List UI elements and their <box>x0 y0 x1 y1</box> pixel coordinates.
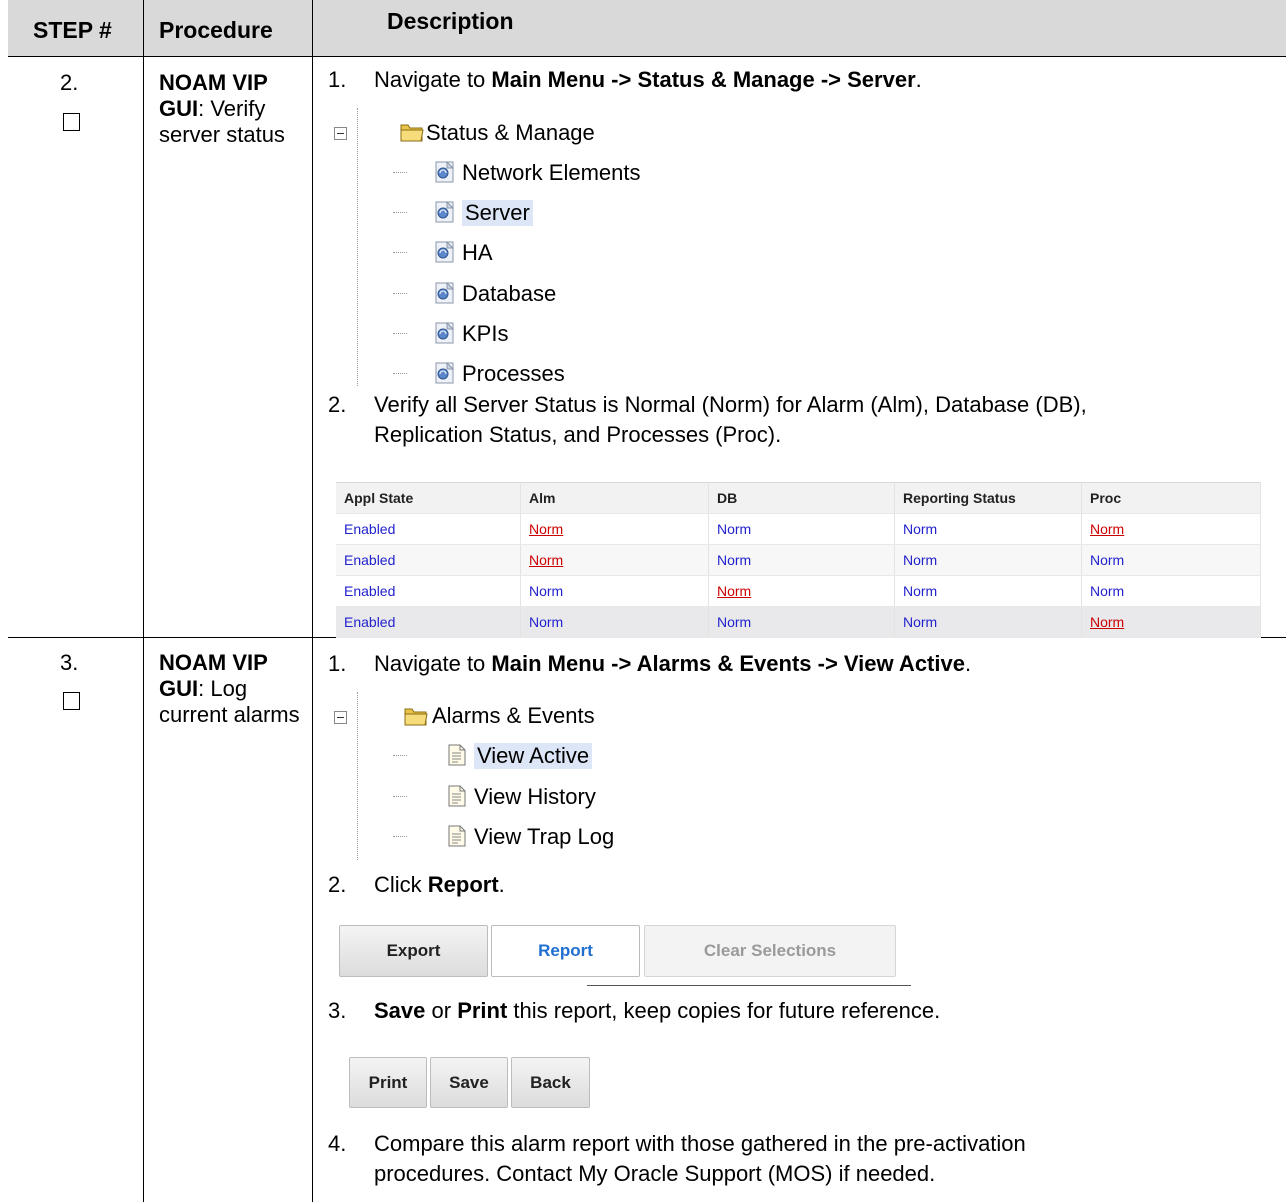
print-button[interactable]: Print <box>349 1057 427 1108</box>
db-cell[interactable]: Norm <box>708 513 895 545</box>
folder-icon <box>400 121 424 143</box>
header-step: STEP # <box>33 17 112 43</box>
instruction-verify-line1: Verify all Server Status is Normal (Norm… <box>374 392 1087 417</box>
instruction-navigate: Navigate to Main Menu -> Status & Manage… <box>374 67 922 92</box>
header-procedure: Procedure <box>159 17 273 43</box>
item-number: 4. <box>328 1131 347 1156</box>
instruction-compare-line2: procedures. Contact My Oracle Support (M… <box>374 1161 936 1186</box>
save-button[interactable]: Save <box>430 1057 508 1108</box>
item-number: 3. <box>328 998 347 1023</box>
tree-connector <box>393 836 407 837</box>
step-checkbox[interactable] <box>63 692 80 710</box>
monitor-page-icon <box>434 281 456 304</box>
folder-icon <box>404 705 428 727</box>
server-status-table: Appl State Alm DB Reporting Status Proc … <box>336 482 1261 638</box>
tree-connector <box>393 373 407 374</box>
export-button[interactable]: Export <box>339 925 488 977</box>
header-bottom-border <box>8 56 1286 57</box>
item-number: 1. <box>328 67 347 92</box>
reporting-status-cell[interactable]: Norm <box>894 513 1082 545</box>
tree-connector <box>393 795 407 797</box>
table-row: Enabled Norm Norm Norm Norm <box>336 575 1261 607</box>
document-icon <box>446 785 468 807</box>
report-button[interactable]: Report <box>491 925 640 977</box>
tree-connector <box>393 292 407 294</box>
instruction-save-print: Save or Print this report, keep copies f… <box>374 998 941 1023</box>
tree-item-server[interactable]: Server <box>462 200 533 227</box>
reporting-status-cell[interactable]: Norm <box>894 575 1082 607</box>
tree-root-status-manage[interactable]: Status & Manage <box>426 120 595 146</box>
step-number: 2. <box>60 70 79 95</box>
item-number: 1. <box>328 651 347 676</box>
tree-item-processes[interactable]: Processes <box>462 361 565 387</box>
alm-cell[interactable]: Norm <box>520 513 709 545</box>
back-button[interactable]: Back <box>511 1057 590 1108</box>
tree-connector <box>393 332 407 334</box>
reporting-status-cell[interactable]: Norm <box>894 544 1082 576</box>
column-header: Reporting Status <box>894 482 1082 514</box>
column-header: DB <box>708 482 895 514</box>
db-cell[interactable]: Norm <box>708 606 895 638</box>
column-header: Alm <box>520 482 709 514</box>
reporting-status-cell[interactable]: Norm <box>894 606 1082 638</box>
collapse-icon[interactable] <box>334 711 347 724</box>
instruction-compare-line1: Compare this alarm report with those gat… <box>374 1131 1026 1156</box>
instruction-click-report: Click Report. <box>374 872 505 897</box>
db-cell[interactable]: Norm <box>708 575 895 607</box>
tree-item-view-active[interactable]: View Active <box>474 743 593 769</box>
instruction-navigate: Navigate to Main Menu -> Alarms & Events… <box>374 651 972 676</box>
clear-selections-button[interactable]: Clear Selections <box>644 925 896 977</box>
table-row: Enabled Norm Norm Norm Norm <box>336 544 1261 576</box>
appl-state-cell[interactable]: Enabled <box>336 606 521 638</box>
procedure-text: NOAM VIP GUI: Verify server status <box>159 70 309 148</box>
tree-item-database[interactable]: Database <box>462 281 556 307</box>
collapse-icon[interactable] <box>334 127 347 140</box>
procedure-text: NOAM VIP GUI: Log current alarms <box>159 650 309 728</box>
column-divider-step <box>143 0 144 1202</box>
alm-cell[interactable]: Norm <box>520 544 709 576</box>
tree-item-ha[interactable]: HA <box>462 240 493 266</box>
document-icon <box>446 825 468 847</box>
proc-cell[interactable]: Norm <box>1081 544 1261 576</box>
tree-root-alarms-events[interactable]: Alarms & Events <box>432 703 595 729</box>
step-checkbox[interactable] <box>63 113 80 131</box>
document-icon <box>446 744 468 766</box>
alm-cell[interactable]: Norm <box>520 606 709 638</box>
tree-guide-line <box>357 108 358 386</box>
header-description: Description <box>387 8 514 34</box>
proc-cell[interactable]: Norm <box>1081 513 1261 545</box>
proc-cell[interactable]: Norm <box>1081 575 1261 607</box>
tree-connector <box>393 212 407 214</box>
monitor-page-icon <box>434 361 456 384</box>
underline-divider <box>587 985 911 986</box>
table-row: Enabled Norm Norm Norm Norm <box>336 513 1261 545</box>
tree-item-network-elements[interactable]: Network Elements <box>462 160 641 186</box>
item-number: 2. <box>328 392 347 417</box>
monitor-page-icon <box>434 321 456 344</box>
step-number: 3. <box>60 650 79 675</box>
tree-connector <box>393 755 407 756</box>
column-header: Appl State <box>336 482 521 514</box>
tree-item-view-history[interactable]: View History <box>474 784 596 810</box>
db-cell[interactable]: Norm <box>708 544 895 576</box>
appl-state-cell[interactable]: Enabled <box>336 575 521 607</box>
tree-connector <box>393 172 407 173</box>
alm-cell[interactable]: Norm <box>520 575 709 607</box>
monitor-page-icon <box>434 160 456 183</box>
tree-guide-line <box>357 692 358 860</box>
appl-state-cell[interactable]: Enabled <box>336 513 521 545</box>
instruction-verify-line2: Replication Status, and Processes (Proc)… <box>374 422 782 447</box>
column-header: Proc <box>1081 482 1261 514</box>
proc-cell[interactable]: Norm <box>1081 606 1261 638</box>
monitor-page-icon <box>434 241 456 263</box>
monitor-page-icon <box>434 200 456 223</box>
tree-item-view-trap-log[interactable]: View Trap Log <box>474 824 614 850</box>
tree-item-kpis[interactable]: KPIs <box>462 321 508 347</box>
column-divider-procedure <box>312 0 313 1202</box>
tree-connector <box>393 252 407 254</box>
item-number: 2. <box>328 872 347 897</box>
table-row: Enabled Norm Norm Norm Norm <box>336 606 1261 638</box>
appl-state-cell[interactable]: Enabled <box>336 544 521 576</box>
